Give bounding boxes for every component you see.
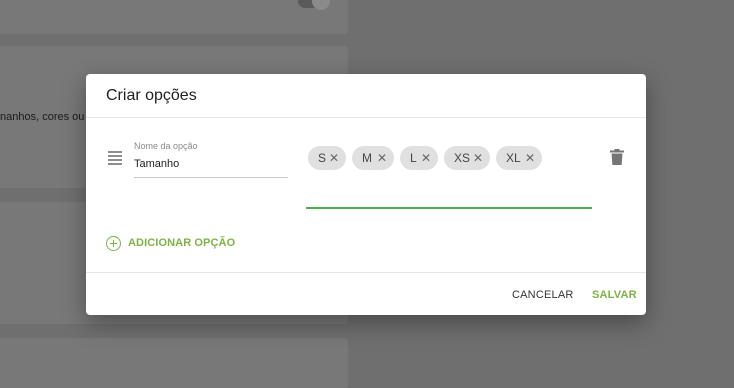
divider [86,272,646,273]
dialog-title: Criar opções [106,87,197,104]
remove-chip-icon[interactable]: ✕ [329,146,339,170]
chip-label: XS [454,151,471,165]
option-name-underline [134,177,288,178]
trash-icon[interactable] [610,149,624,165]
background-card [0,0,348,34]
add-option-button[interactable]: ADICIONAR OPÇÃO [106,234,235,252]
value-chip: S ✕ [308,146,346,170]
remove-chip-icon[interactable]: ✕ [421,146,431,170]
value-chip: M ✕ [352,146,394,170]
chip-label: S [318,151,327,165]
chip-label: L [410,151,417,165]
create-options-dialog: Criar opções Nome da opção Tamanho S ✕ M… [86,74,646,315]
add-circle-icon [106,235,121,251]
chip-label: M [362,151,372,165]
drag-handle-icon[interactable] [108,151,122,167]
value-chip: XL ✕ [496,146,542,170]
option-values-input[interactable] [306,207,592,209]
background-card [0,338,348,388]
value-chip: L ✕ [400,146,438,170]
cancel-button[interactable]: CANCELAR [512,289,574,301]
option-name-label: Nome da opção [134,141,198,151]
option-name-input[interactable]: Tamanho [134,158,179,170]
divider [86,117,646,118]
save-button[interactable]: SALVAR [592,289,637,301]
remove-chip-icon[interactable]: ✕ [377,146,387,170]
chip-label: XL [506,151,521,165]
background-text: nanhos, cores ou [0,111,85,123]
value-chip: XS ✕ [444,146,490,170]
remove-chip-icon[interactable]: ✕ [525,146,535,170]
remove-chip-icon[interactable]: ✕ [473,146,483,170]
add-option-label: ADICIONAR OPÇÃO [128,237,236,249]
